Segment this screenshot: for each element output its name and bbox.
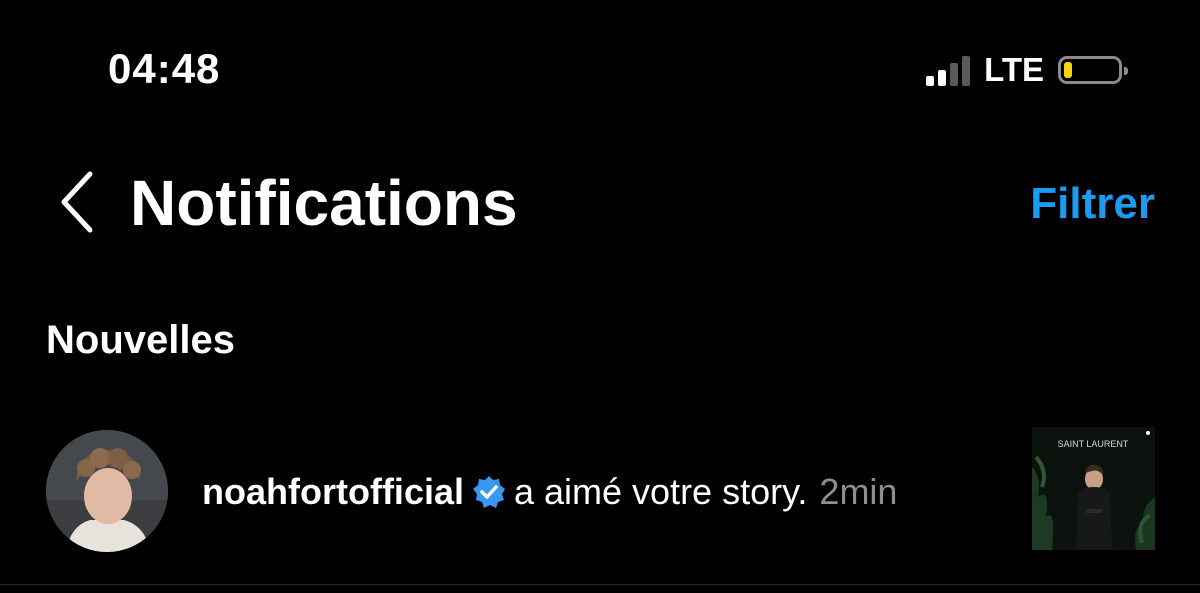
battery-level-fill — [1064, 62, 1072, 78]
notification-action: a aimé votre story. — [513, 471, 808, 512]
avatar-image — [46, 430, 168, 552]
battery-icon — [1058, 56, 1128, 84]
notification-time: 2min — [819, 471, 898, 512]
notification-text: noahfortofficial a aimé votre story. 2mi… — [202, 470, 897, 514]
signal-strength-icon — [926, 54, 971, 86]
battery-cap — [1124, 67, 1128, 75]
chevron-left-icon — [61, 171, 93, 233]
network-type: LTE — [984, 51, 1044, 88]
story-brand-text: SAINT LAURENT — [1058, 439, 1129, 449]
verified-badge-icon — [472, 475, 506, 509]
story-thumbnail-image: SAINT LAURENT — [1032, 427, 1155, 550]
section-title-new: Nouvelles — [46, 318, 235, 362]
signal-bar — [950, 63, 959, 86]
notifications-screen: 04:48 LTE Notifications Filtrer Nouvelle… — [0, 0, 1200, 593]
username[interactable]: noahfortofficial — [202, 470, 464, 514]
notification-item[interactable]: noahfortofficial a aimé votre story. 2mi… — [0, 420, 1200, 570]
avatar[interactable] — [46, 430, 168, 552]
signal-bar — [926, 76, 935, 86]
signal-bar — [938, 70, 947, 86]
filter-button[interactable]: Filtrer — [1030, 178, 1155, 230]
status-time: 04:48 — [108, 45, 221, 92]
status-indicators: LTE — [926, 50, 1128, 90]
signal-bar — [962, 56, 971, 86]
divider — [0, 584, 1200, 585]
page-title: Notifications — [130, 167, 518, 239]
story-thumbnail[interactable]: SAINT LAURENT — [1032, 427, 1155, 550]
back-button[interactable] — [52, 170, 100, 234]
